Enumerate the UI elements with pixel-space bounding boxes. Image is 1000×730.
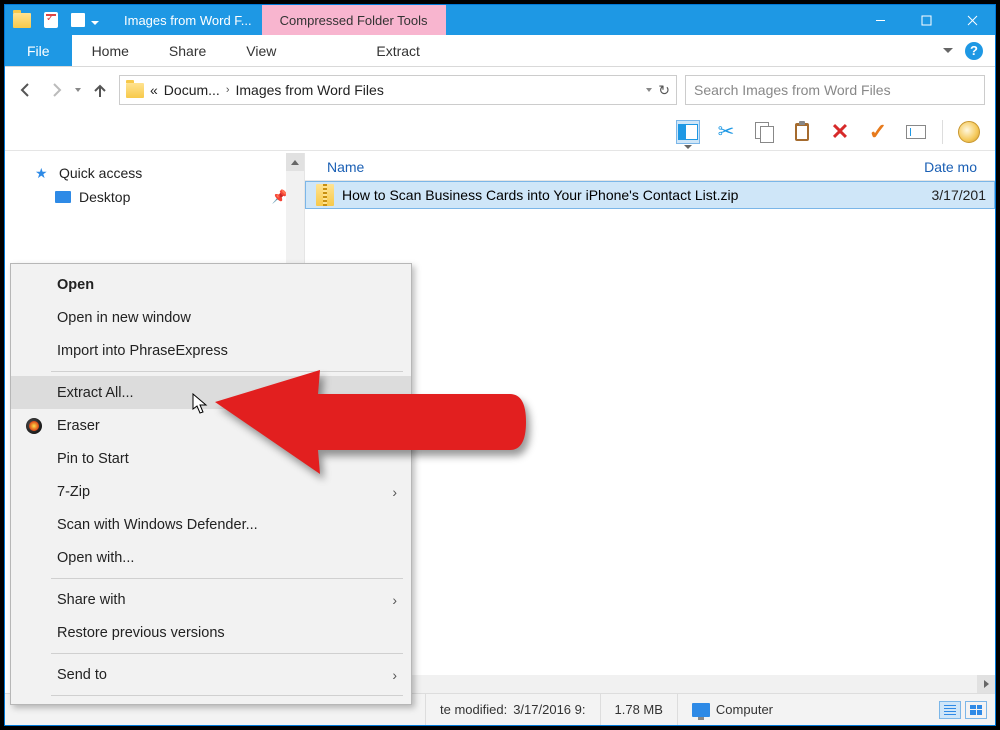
ctx-eraser[interactable]: Eraser › [11, 409, 411, 442]
ctx-separator [51, 371, 403, 372]
window-title: Images from Word F... [114, 5, 262, 35]
status-size: 1.78 MB [600, 694, 677, 725]
status-modified-label: te modified: [440, 702, 507, 717]
qat-newfolder-icon[interactable] [71, 13, 85, 27]
address-bar-row: « Docum... › Images from Word Files ↻ Se… [5, 67, 995, 113]
file-row[interactable]: How to Scan Business Cards into Your iPh… [305, 181, 995, 209]
contextual-tab-compressed[interactable]: Compressed Folder Tools [262, 5, 446, 35]
help-icon[interactable]: ? [965, 42, 983, 60]
ctx-open-with[interactable]: Open with... [11, 541, 411, 574]
ctx-extract-all[interactable]: Extract All... [11, 376, 411, 409]
confirm-button[interactable]: ✓ [866, 120, 890, 144]
col-name[interactable]: Name [327, 159, 924, 175]
file-name: How to Scan Business Cards into Your iPh… [342, 187, 924, 203]
qat-properties-icon[interactable] [44, 12, 58, 28]
ctx-sendto-label: Send to [57, 667, 107, 683]
ctx-separator [51, 695, 403, 696]
shell-extension-icon[interactable] [957, 120, 981, 144]
chevron-right-icon: › [392, 484, 397, 500]
sidebar-label-desktop: Desktop [79, 189, 130, 205]
desktop-icon [55, 191, 71, 203]
view-details-button[interactable] [939, 701, 961, 719]
ctx-import-phraseexpress[interactable]: Import into PhraseExpress [11, 334, 411, 367]
nav-up-button[interactable] [89, 79, 111, 101]
cut-button[interactable]: ✂ [714, 120, 738, 144]
column-headers[interactable]: Name Date mo [305, 153, 995, 181]
status-modified-value: 3/17/2016 9: [513, 702, 585, 717]
chevron-right-icon: › [392, 592, 397, 608]
ctx-open-label: Open [57, 277, 94, 293]
tab-home[interactable]: Home [72, 35, 149, 66]
qat-customize-icon[interactable] [91, 21, 99, 25]
address-dropdown-icon[interactable] [646, 88, 652, 92]
breadcrumb-seg2[interactable]: Images from Word Files [235, 82, 383, 98]
nav-forward-button[interactable] [45, 79, 67, 101]
chevron-right-icon: › [392, 418, 397, 434]
ctx-share-label: Share with [57, 592, 126, 608]
scroll-up-icon[interactable] [286, 153, 304, 171]
search-input[interactable]: Search Images from Word Files [685, 75, 985, 105]
maximize-button[interactable] [903, 5, 949, 35]
context-menu: Open Open in new window Import into Phra… [10, 263, 412, 705]
file-date: 3/17/201 [932, 187, 995, 203]
sidebar-label-quick-access: Quick access [59, 165, 142, 181]
sidebar-item-desktop[interactable]: Desktop 📌 [5, 185, 304, 209]
close-button[interactable] [949, 5, 995, 35]
ctx-separator [51, 578, 403, 579]
address-bar[interactable]: « Docum... › Images from Word Files ↻ [119, 75, 677, 105]
ctx-restore-versions[interactable]: Restore previous versions [11, 616, 411, 649]
status-computer: Computer [677, 694, 787, 725]
ctx-scan-defender[interactable]: Scan with Windows Defender... [11, 508, 411, 541]
status-modified: te modified: 3/17/2016 9: [425, 694, 600, 725]
chevron-right-icon[interactable]: › [226, 84, 230, 96]
app-icon [13, 13, 31, 28]
eraser-icon [26, 418, 42, 434]
zip-file-icon [316, 184, 334, 206]
ctx-open-new-window[interactable]: Open in new window [11, 301, 411, 334]
preview-pane-button[interactable] [676, 120, 700, 144]
paste-button[interactable] [790, 120, 814, 144]
ctx-share-with[interactable]: Share with › [11, 583, 411, 616]
search-placeholder: Search Images from Word Files [694, 82, 891, 98]
ctx-send-to[interactable]: Send to › [11, 658, 411, 691]
view-icons-button[interactable] [965, 701, 987, 719]
tab-view[interactable]: View [226, 35, 296, 66]
scroll-right-icon[interactable] [977, 675, 995, 693]
tab-extract[interactable]: Extract [356, 35, 440, 66]
toolbar: ✂ ✕ ✓ [5, 113, 995, 151]
minimize-button[interactable] [857, 5, 903, 35]
ribbon-tabs: File Home Share View Extract ? [5, 35, 995, 67]
nav-history-dropdown-icon[interactable] [75, 88, 81, 92]
ctx-7zip-label: 7-Zip [57, 484, 90, 500]
star-icon: ★ [35, 165, 51, 181]
file-tab[interactable]: File [5, 35, 72, 66]
rename-button[interactable] [904, 120, 928, 144]
ctx-open[interactable]: Open [11, 268, 411, 301]
ctx-eraser-label: Eraser [57, 418, 100, 434]
nav-back-button[interactable] [15, 79, 37, 101]
ribbon-collapse-icon[interactable] [943, 48, 953, 53]
copy-button[interactable] [752, 120, 776, 144]
chevron-right-icon: › [392, 667, 397, 683]
refresh-icon[interactable]: ↻ [658, 82, 670, 99]
tab-share[interactable]: Share [149, 35, 226, 66]
breadcrumb-prefix: « [150, 82, 158, 98]
col-date[interactable]: Date mo [924, 159, 995, 175]
address-folder-icon [126, 83, 144, 98]
monitor-icon [692, 703, 710, 717]
ctx-separator [51, 653, 403, 654]
breadcrumb-seg1[interactable]: Docum... [164, 82, 220, 98]
ctx-7zip[interactable]: 7-Zip › [11, 475, 411, 508]
titlebar: Images from Word F... Compressed Folder … [5, 5, 995, 35]
delete-button[interactable]: ✕ [828, 120, 852, 144]
status-computer-label: Computer [716, 702, 773, 717]
sidebar-item-quick-access[interactable]: ★ Quick access [5, 161, 304, 185]
ctx-pin-to-start[interactable]: Pin to Start [11, 442, 411, 475]
